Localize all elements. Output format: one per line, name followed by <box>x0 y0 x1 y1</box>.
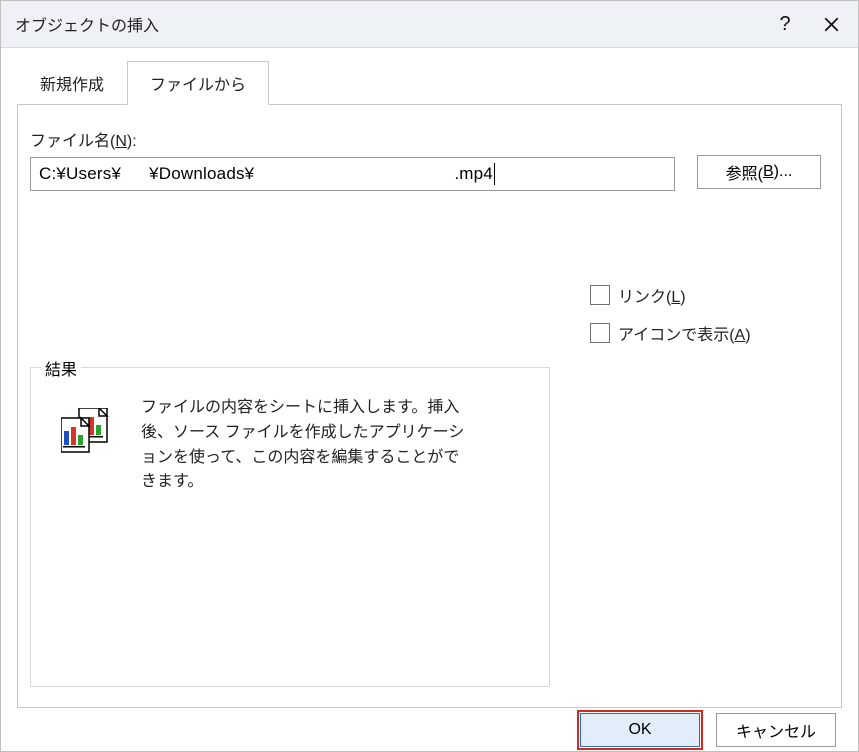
icon-checkbox[interactable] <box>590 323 610 343</box>
filename-label-accel: N <box>115 133 127 150</box>
browse-prefix: 参照( <box>726 160 763 184</box>
filename-label: ファイル名(N): <box>30 127 675 151</box>
filename-redacted-name <box>254 165 454 183</box>
filename-label-prefix: ファイル名( <box>30 133 115 150</box>
insert-object-icon <box>61 408 113 454</box>
filename-row: ファイル名(N): C:¥Users¥ ¥Downloads¥ .mp4 参照(… <box>30 127 821 191</box>
window-title: オブジェクトの挿入 <box>15 12 762 36</box>
filename-value-mid: ¥Downloads¥ <box>149 164 254 184</box>
close-button[interactable] <box>808 1 854 47</box>
cancel-button[interactable]: キャンセル <box>716 713 836 747</box>
browse-suffix: )... <box>774 163 793 181</box>
filename-value-head: C:¥Users¥ <box>39 164 121 184</box>
result-group: 結果 <box>30 367 550 687</box>
filename-redacted-user <box>121 165 149 183</box>
filename-label-suffix: ): <box>127 133 137 150</box>
filename-value-tail: .mp4 <box>454 164 493 184</box>
result-group-title: 結果 <box>41 356 81 380</box>
titlebar: オブジェクトの挿入 ? <box>1 1 858 48</box>
options-area: リンク(L) アイコンで表示(A) <box>590 283 821 345</box>
close-icon <box>824 17 839 32</box>
result-text: ファイルの内容をシートに挿入します。挿入後、ソース ファイルを作成したアプリケー… <box>141 396 471 495</box>
help-button[interactable]: ? <box>762 1 808 47</box>
ok-button[interactable]: OK <box>580 713 700 747</box>
link-label: リンク(L) <box>618 283 686 307</box>
filename-input[interactable]: C:¥Users¥ ¥Downloads¥ .mp4 <box>30 157 675 191</box>
link-checkbox[interactable] <box>590 285 610 305</box>
tab-strip: 新規作成 ファイルから <box>17 60 858 104</box>
tab-from-file[interactable]: ファイルから <box>127 61 269 105</box>
link-checkbox-row[interactable]: リンク(L) <box>590 283 821 307</box>
panel-from-file: ファイル名(N): C:¥Users¥ ¥Downloads¥ .mp4 参照(… <box>17 104 842 708</box>
text-caret-icon <box>494 163 495 185</box>
icon-checkbox-row[interactable]: アイコンで表示(A) <box>590 321 821 345</box>
tab-new[interactable]: 新規作成 <box>17 61 127 105</box>
result-body: ファイルの内容をシートに挿入します。挿入後、ソース ファイルを作成したアプリケー… <box>51 396 529 495</box>
browse-button[interactable]: 参照(B)... <box>697 155 821 189</box>
dialog-footer: OK キャンセル <box>1 708 858 751</box>
dialog-window: オブジェクトの挿入 ? 新規作成 ファイルから ファイル名(N): C:¥Use… <box>0 0 859 752</box>
icon-label: アイコンで表示(A) <box>618 321 751 345</box>
browse-accel: B <box>763 163 774 181</box>
